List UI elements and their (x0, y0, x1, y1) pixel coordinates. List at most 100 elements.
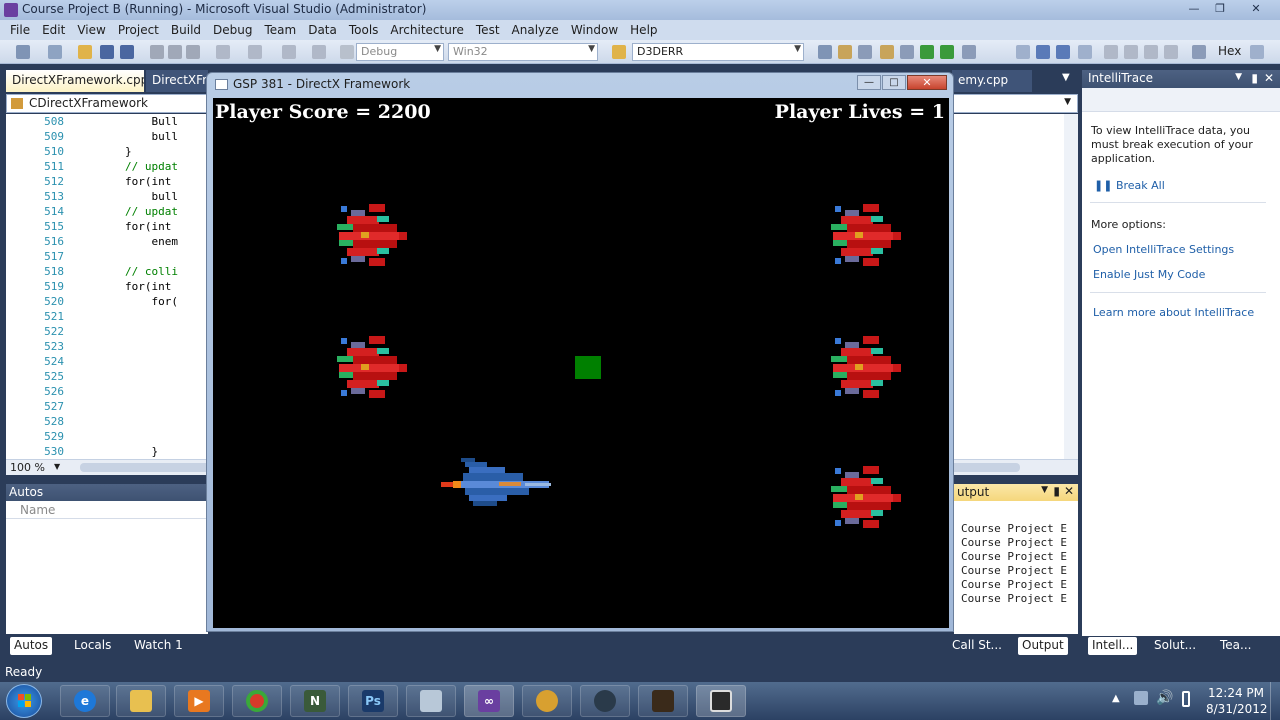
menu-view[interactable]: View (71, 23, 111, 37)
game-canvas[interactable]: Player Score = 2200 Player Lives = 1 (213, 98, 949, 628)
minimize-icon[interactable]: — (1182, 1, 1206, 17)
code-line[interactable]: } (72, 145, 132, 158)
code-line[interactable]: for(int (72, 220, 178, 233)
break-all-icon[interactable] (1036, 45, 1050, 59)
learn-more-link[interactable]: Learn more about IntelliTrace (1093, 306, 1254, 319)
tab-list-chevron-icon[interactable]: ▼ (1062, 72, 1070, 83)
taskbar-steam[interactable] (580, 685, 630, 717)
cut-icon[interactable] (150, 45, 164, 59)
undo-icon[interactable] (216, 45, 230, 59)
editor-vertical-scrollbar[interactable] (1064, 114, 1078, 459)
close-icon[interactable]: ✕ (1238, 1, 1274, 17)
step-over-icon[interactable] (1144, 45, 1158, 59)
taskbar-recorder[interactable] (638, 685, 688, 717)
show-hidden-icons-icon[interactable]: ▲ (1112, 693, 1120, 704)
show-next-statement-icon[interactable] (1104, 45, 1118, 59)
taskbar-media-player[interactable]: ▶ (174, 685, 224, 717)
tab-locals[interactable]: Locals (70, 637, 115, 655)
menu-window[interactable]: Window (565, 23, 624, 37)
tab-solution-explorer[interactable]: Solut... (1150, 637, 1200, 655)
taskbar-photoshop[interactable]: Ps (348, 685, 398, 717)
start-button[interactable] (6, 684, 42, 718)
zoom-level[interactable]: 100 % (10, 461, 45, 474)
taskbar-fallout[interactable] (522, 685, 572, 717)
code-line[interactable]: for( (72, 295, 178, 308)
hex-toggle[interactable]: Hex (1218, 44, 1241, 58)
new-project-icon[interactable] (16, 45, 30, 59)
pin-icon[interactable]: ▮ (1053, 484, 1060, 498)
start-debugging-icon[interactable] (340, 45, 354, 59)
start-page-icon[interactable] (920, 45, 934, 59)
tab-team-explorer[interactable]: Tea... (1216, 637, 1255, 655)
network-icon[interactable] (1134, 691, 1148, 705)
command-window-icon[interactable] (962, 45, 976, 59)
break-all-link[interactable]: ❚❚ Break All (1094, 179, 1165, 192)
restart-icon[interactable] (1078, 45, 1092, 59)
code-line[interactable]: for(int (72, 280, 178, 293)
code-line[interactable]: // updat (72, 205, 178, 218)
continue-icon[interactable] (1016, 45, 1030, 59)
tab-autos[interactable]: Autos (10, 637, 53, 655)
taskbar-netbeans[interactable]: N (290, 685, 340, 717)
show-desktop-button[interactable] (1270, 682, 1280, 720)
tab-enemy-cpp[interactable]: emy.cpp (952, 70, 1032, 92)
menu-architecture[interactable]: Architecture (384, 23, 469, 37)
menu-build[interactable]: Build (165, 23, 207, 37)
find-input[interactable]: D3DERR ▼ (632, 43, 804, 61)
close-icon[interactable]: ✕ (1064, 484, 1074, 498)
taskbar-calculator[interactable] (406, 685, 456, 717)
find-icon[interactable] (818, 45, 832, 59)
minimize-icon[interactable]: — (857, 75, 881, 90)
tab-call-stack[interactable]: Call St... (948, 637, 1006, 655)
code-line[interactable]: // colli (72, 265, 178, 278)
menu-project[interactable]: Project (112, 23, 165, 37)
menu-file[interactable]: File (4, 23, 36, 37)
code-line[interactable]: bull (72, 190, 178, 203)
code-line[interactable]: bull (72, 130, 178, 143)
code-line[interactable]: enem (72, 235, 178, 248)
enable-just-my-code-link[interactable]: Enable Just My Code (1093, 268, 1205, 281)
navigate-back-icon[interactable] (282, 45, 296, 59)
chevron-down-icon[interactable]: ▼ (1064, 97, 1071, 107)
menu-data[interactable]: Data (302, 23, 343, 37)
maximize-icon[interactable]: ❐ (1208, 1, 1232, 17)
chevron-down-icon[interactable]: ▼ (1041, 485, 1048, 495)
menu-test[interactable]: Test (470, 23, 506, 37)
autos-name-column[interactable]: Name (6, 501, 208, 519)
maximize-icon[interactable]: □ (882, 75, 906, 90)
taskbar-visual-studio[interactable]: ∞ (464, 685, 514, 717)
paste-icon[interactable] (186, 45, 200, 59)
close-icon[interactable]: ✕ (1264, 71, 1274, 85)
menu-debug[interactable]: Debug (207, 23, 258, 37)
volume-icon[interactable]: 🔊 (1156, 690, 1173, 706)
object-browser-icon[interactable] (880, 45, 894, 59)
taskbar-game-window[interactable] (696, 685, 746, 717)
taskbar-internet-explorer[interactable]: e (60, 685, 110, 717)
toolbox-icon[interactable] (900, 45, 914, 59)
code-line[interactable]: // updat (72, 160, 178, 173)
solution-explorer-icon[interactable] (838, 45, 852, 59)
navigate-forward-icon[interactable] (312, 45, 326, 59)
tab-output[interactable]: Output (1018, 637, 1068, 655)
search-icon[interactable] (1192, 45, 1206, 59)
code-line[interactable]: } (72, 445, 158, 458)
find-in-files-icon[interactable] (612, 45, 626, 59)
taskbar-chrome[interactable] (232, 685, 282, 717)
toolbar-options-icon[interactable] (1250, 45, 1264, 59)
tab-directxframework-h[interactable]: DirectXFran (146, 70, 208, 92)
open-file-icon[interactable] (78, 45, 92, 59)
game-window[interactable]: GSP 381 - DirectX Framework — □ ✕ Player… (206, 72, 954, 632)
step-into-icon[interactable] (1124, 45, 1138, 59)
redo-icon[interactable] (248, 45, 262, 59)
menu-tools[interactable]: Tools (343, 23, 385, 37)
menu-team[interactable]: Team (258, 23, 302, 37)
taskbar-file-explorer[interactable] (116, 685, 166, 717)
close-icon[interactable]: ✕ (907, 75, 947, 90)
pin-icon[interactable]: ▮ (1251, 71, 1258, 85)
tab-watch-1[interactable]: Watch 1 (130, 637, 187, 655)
copy-icon[interactable] (168, 45, 182, 59)
chevron-down-icon[interactable]: ▼ (1235, 72, 1242, 82)
properties-icon[interactable] (858, 45, 872, 59)
battery-icon[interactable] (1182, 691, 1190, 707)
solution-configuration-select[interactable]: Debug ▼ (356, 43, 444, 61)
